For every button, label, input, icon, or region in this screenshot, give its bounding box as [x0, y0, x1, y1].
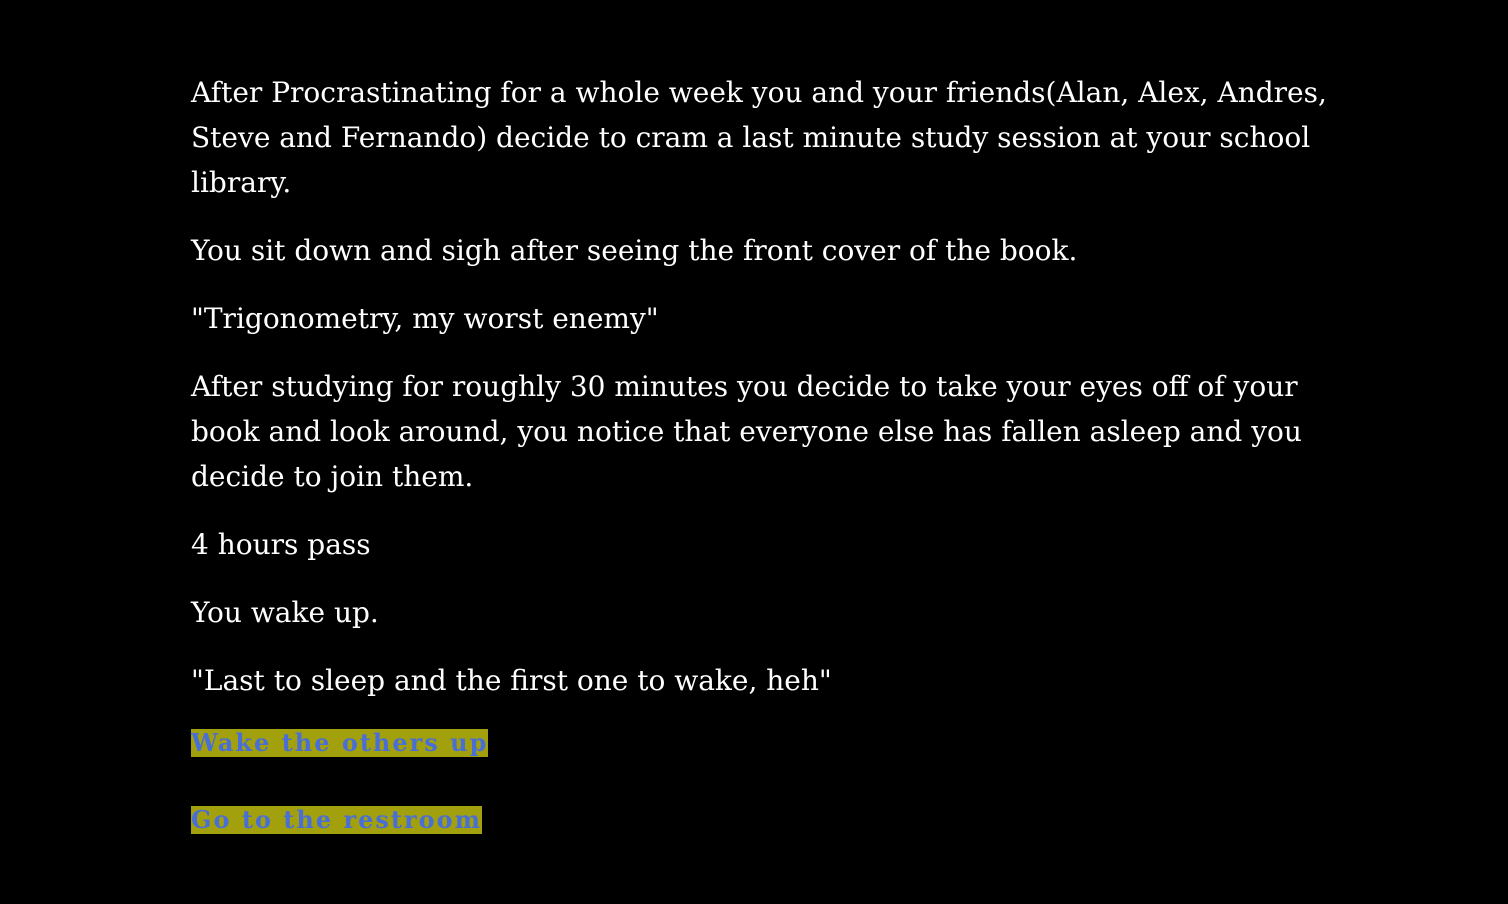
passage-paragraph: After Procrastinating for a whole week y…: [191, 76, 1327, 199]
story-passage: After Procrastinating for a whole week y…: [191, 70, 1351, 883]
passage-paragraph: 4 hours pass: [191, 528, 371, 561]
passage-paragraph: You wake up.: [191, 596, 379, 629]
passage-paragraph: "Trigonometry, my worst enemy": [191, 302, 659, 335]
choice-item: Go to the restroom: [191, 806, 1351, 883]
choice-restroom-link[interactable]: Go to the restroom: [191, 806, 483, 834]
choice-wake-others-link[interactable]: Wake the others up: [191, 729, 489, 757]
passage-paragraph: After studying for roughly 30 minutes yo…: [191, 370, 1302, 493]
passage-paragraph: "Last to sleep and the first one to wake…: [191, 664, 832, 697]
choice-item: Wake the others up: [191, 729, 1351, 806]
passage-paragraph: You sit down and sigh after seeing the f…: [191, 234, 1078, 267]
choice-list: Wake the others up Go to the restroom: [191, 729, 1351, 883]
